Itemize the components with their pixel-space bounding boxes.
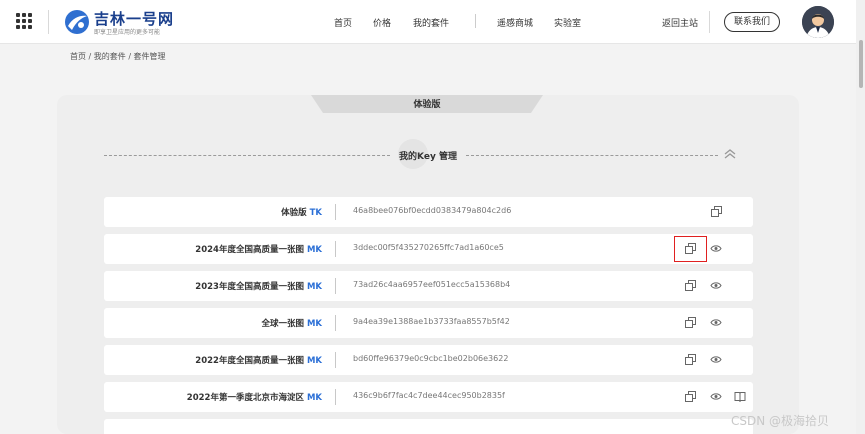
eye-icon[interactable] xyxy=(710,318,722,327)
row-divider xyxy=(335,241,336,257)
section-title: 我的Key 管理 xyxy=(399,152,457,162)
logo-title[interactable]: 吉林一号网 xyxy=(94,8,174,29)
key-value: 46a8bee076bf0ecdd0383479a804c2d6 xyxy=(353,206,512,215)
eye-icon[interactable] xyxy=(710,355,722,364)
copy-icon[interactable] xyxy=(685,354,696,365)
nav-lab[interactable]: 实验室 xyxy=(554,16,581,29)
back-home-link[interactable]: 返回主站 xyxy=(662,16,698,29)
key-name: 全球一张图 xyxy=(261,319,304,329)
nav-rs-mall[interactable]: 遥感商城 xyxy=(497,16,533,29)
key-row: 2024年度全国高质量一张图 MK 3ddec00f5f435270265ffc7… xyxy=(104,234,753,264)
key-type-tag: MK xyxy=(306,245,322,255)
chevron-double-up-icon[interactable] xyxy=(723,148,737,160)
row-divider xyxy=(335,278,336,294)
book-icon[interactable] xyxy=(734,391,746,402)
logo-subtitle: 即享卫星应用的更多可能 xyxy=(94,29,161,36)
avatar[interactable] xyxy=(802,6,834,38)
grid-menu-icon[interactable] xyxy=(16,13,32,29)
user-avatar-icon xyxy=(802,6,834,38)
key-name: 2022年第一季度北京市海淀区 xyxy=(186,393,304,403)
key-type-tag: MK xyxy=(306,319,322,329)
key-row-label: 2022年第一季度北京市海淀区 MK xyxy=(104,391,322,403)
row-divider xyxy=(335,204,336,220)
edition-tab-label: 体验版 xyxy=(413,100,441,110)
key-type-tag: MK xyxy=(306,393,322,403)
key-row-label: 全球一张图 MK xyxy=(104,317,322,329)
key-row-label: 2022年度全国高质量一张图 MK xyxy=(104,354,322,366)
eye-icon[interactable] xyxy=(710,244,722,253)
key-name: 体验版 xyxy=(281,208,307,218)
header-divider-right xyxy=(709,11,710,33)
key-row: 2023年度全国高质量一张图 MK 73ad26c4aa6957eef051ecc… xyxy=(104,271,753,301)
contact-button[interactable]: 联系我们 xyxy=(724,12,780,32)
scrollbar-thumb[interactable] xyxy=(859,40,863,88)
key-row: 2022年第一季度北京市海淀区 MK 436c9b6f7fac4c7dee44ce… xyxy=(104,382,753,412)
breadcrumb: 首页 / 我的套件 / 套件管理 xyxy=(70,52,166,61)
nav-my-kits[interactable]: 我的套件 xyxy=(413,16,449,29)
copy-icon[interactable] xyxy=(685,391,696,402)
key-value: bd60ffe96379e0c9cbc1be02b06e3622 xyxy=(353,354,509,363)
watermark: CSDN @极海拾贝 xyxy=(731,414,830,428)
key-type-tag: MK xyxy=(306,282,322,292)
key-row: 2022年度全国高质量一张图 MK bd60ffe96379e0c9cbc1be0… xyxy=(104,345,753,375)
eye-icon[interactable] xyxy=(710,392,722,401)
key-row-partial xyxy=(104,419,753,434)
key-value: 9a4ea39e1388ae1b3733faa8557b5f42 xyxy=(353,317,510,326)
key-value: 73ad26c4aa6957eef051ecc5a15368b4 xyxy=(353,280,511,289)
key-name: 2023年度全国高质量一张图 xyxy=(195,282,304,292)
eye-icon[interactable] xyxy=(710,281,722,290)
key-value: 436c9b6f7fac4c7dee44cec950b2835f xyxy=(353,391,505,400)
copy-icon[interactable] xyxy=(685,280,696,291)
key-row-label: 2023年度全国高质量一张图 MK xyxy=(104,280,322,292)
section-divider-right xyxy=(466,155,718,156)
top-navbar: 吉林一号网 即享卫星应用的更多可能 首页 价格 我的套件 遥感商城 实验室 返回… xyxy=(0,0,856,44)
key-row-label: 体验版 TK xyxy=(104,206,322,218)
key-name: 2024年度全国高质量一张图 xyxy=(195,245,304,255)
key-row-label: 2024年度全国高质量一张图 MK xyxy=(104,243,322,255)
row-divider xyxy=(335,389,336,405)
key-row: 全球一张图 MK 9a4ea39e1388ae1b3733faa8557b5f42 xyxy=(104,308,753,338)
key-type-tag: TK xyxy=(309,208,322,218)
header-divider xyxy=(48,10,49,34)
copy-highlight-box xyxy=(674,236,707,262)
copy-icon[interactable] xyxy=(685,317,696,328)
key-row: 体验版 TK 46a8bee076bf0ecdd0383479a804c2d6 xyxy=(104,197,753,227)
key-name: 2022年度全国高质量一张图 xyxy=(195,356,304,366)
nav-separator xyxy=(475,14,476,28)
row-divider xyxy=(335,352,336,368)
nav-price[interactable]: 价格 xyxy=(373,16,391,29)
section-divider-left xyxy=(104,155,390,156)
copy-icon[interactable] xyxy=(711,206,722,217)
nav-home[interactable]: 首页 xyxy=(334,16,352,29)
key-type-tag: MK xyxy=(306,356,322,366)
key-value: 3ddec00f5f435270265ffc7ad1a60ce5 xyxy=(353,243,504,252)
logo-icon[interactable] xyxy=(64,9,90,35)
row-divider xyxy=(335,315,336,331)
